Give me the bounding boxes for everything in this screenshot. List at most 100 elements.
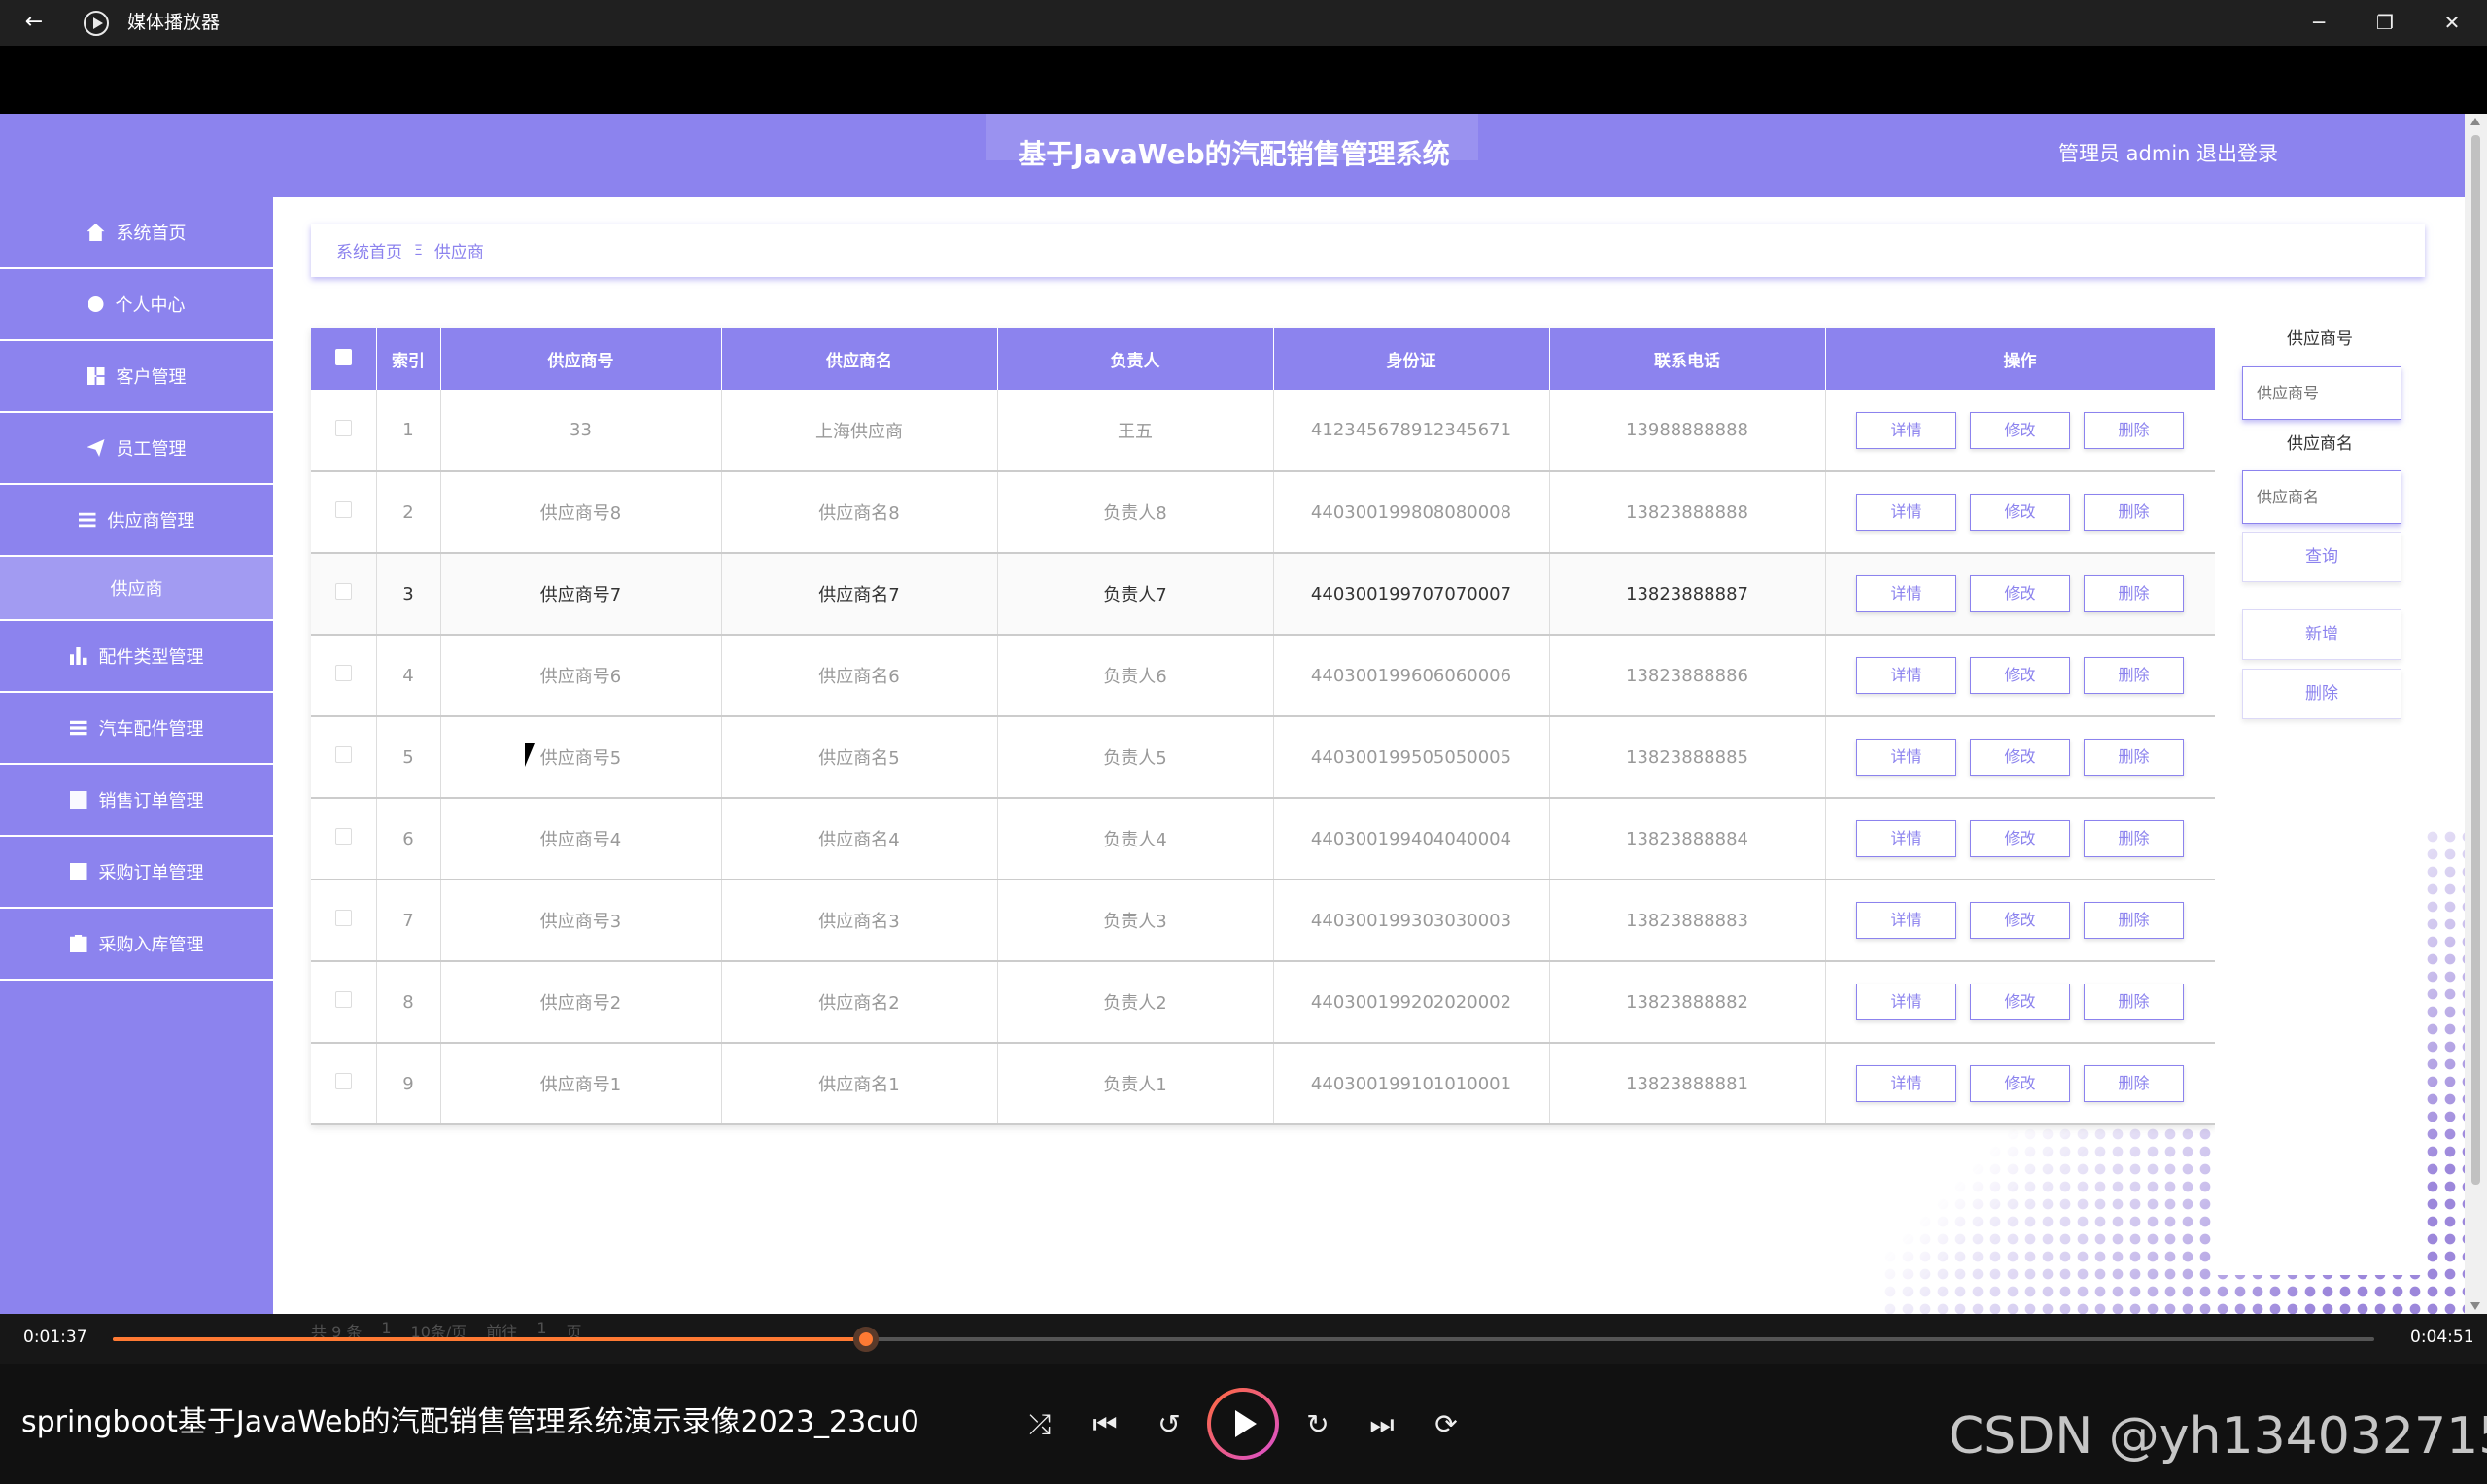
detail-button[interactable]: 详情 <box>1856 1065 1956 1102</box>
cell-name: 供应商名2 <box>721 961 998 1044</box>
seek-bar[interactable] <box>113 1327 2374 1352</box>
cell-name: 供应商名3 <box>721 880 998 962</box>
sidebar-item-home[interactable]: 系统首页 <box>0 197 273 269</box>
scroll-down-icon[interactable] <box>2470 1302 2480 1310</box>
delete-button[interactable]: 删除 <box>2084 575 2184 612</box>
edit-button[interactable]: 修改 <box>1970 820 2070 857</box>
next-icon[interactable]: ⏭ <box>1363 1405 1401 1444</box>
sidebar-subitem-supplier[interactable]: 供应商 <box>0 557 273 621</box>
sidebar-item-label: 员工管理 <box>116 439 187 460</box>
play-button[interactable] <box>1207 1388 1279 1460</box>
system-title: 基于JavaWeb的汽配销售管理系统 <box>1019 138 1450 170</box>
sidebar-item-part-types[interactable]: 配件类型管理 <box>0 621 273 693</box>
detail-button[interactable]: 详情 <box>1856 739 1956 776</box>
cell-actions: 详情 修改 删除 <box>1825 553 2216 636</box>
sidebar-item-customers[interactable]: 客户管理 <box>0 341 273 413</box>
supplier-code-input[interactable] <box>2242 366 2401 420</box>
sidebar-item-car-parts[interactable]: 汽车配件管理 <box>0 693 273 765</box>
delete-button[interactable]: 删除 <box>2084 411 2184 449</box>
table-row: 1 33 上海供应商 王五 412345678912345671 13988888888 详… <box>311 390 2216 472</box>
restore-icon[interactable]: ❐ <box>2366 8 2404 37</box>
sidebar-item-profile[interactable]: 个人中心 <box>0 269 273 341</box>
cell-index: 4 <box>376 635 441 717</box>
row-checkbox[interactable] <box>311 1043 377 1125</box>
cell-name: 上海供应商 <box>721 390 998 472</box>
sidebar-item-employees[interactable]: 员工管理 <box>0 413 273 485</box>
sidebar-item-sales-orders[interactable]: 销售订单管理 <box>0 765 273 837</box>
edit-button[interactable]: 修改 <box>1970 1065 2070 1102</box>
cell-phone: 13823888882 <box>1549 961 1826 1044</box>
edit-button[interactable]: 修改 <box>1970 902 2070 939</box>
edit-button[interactable]: 修改 <box>1970 575 2070 612</box>
add-button[interactable]: 新增 <box>2242 609 2401 660</box>
select-all-checkbox[interactable] <box>311 328 377 390</box>
cell-index: 2 <box>376 471 441 554</box>
delete-button[interactable]: 删除 <box>2084 657 2184 694</box>
vertical-scrollbar[interactable] <box>2465 114 2487 1314</box>
media-player-titlebar: ← 媒体播放器 ─ ❐ ✕ <box>0 0 2487 46</box>
delete-button[interactable]: 删除 <box>2084 902 2184 939</box>
repeat-icon[interactable]: ⟳ <box>1427 1405 1466 1444</box>
supplier-code-label: 供应商号 <box>2287 329 2353 349</box>
cell-index: 3 <box>376 553 441 636</box>
row-checkbox[interactable] <box>311 390 377 472</box>
supplier-name-input[interactable] <box>2242 470 2401 524</box>
detail-button[interactable]: 详情 <box>1856 411 1956 449</box>
cell-owner: 负责人5 <box>997 716 1274 799</box>
minimize-icon[interactable]: ─ <box>2299 8 2338 37</box>
edit-icon <box>69 791 87 809</box>
query-button[interactable]: 查询 <box>2242 532 2401 582</box>
row-checkbox[interactable] <box>311 635 377 717</box>
detail-button[interactable]: 详情 <box>1856 984 1956 1020</box>
cell-code: 供应商号5 <box>440 716 722 799</box>
logout-link[interactable]: 退出登录 <box>2196 139 2278 168</box>
cell-phone: 13988888888 <box>1549 390 1826 472</box>
sidebar-item-purchase-stock[interactable]: 采购入库管理 <box>0 909 273 981</box>
row-checkbox[interactable] <box>311 961 377 1044</box>
seek-knob[interactable] <box>852 1327 879 1352</box>
edit-button[interactable]: 修改 <box>1970 411 2070 449</box>
cell-phone: 13823888887 <box>1549 553 1826 636</box>
delete-button[interactable]: 删除 <box>2084 984 2184 1020</box>
edit-button[interactable]: 修改 <box>1970 494 2070 531</box>
row-checkbox[interactable] <box>311 553 377 636</box>
clipboard-icon <box>69 935 87 952</box>
delete-button[interactable]: 删除 <box>2084 1065 2184 1102</box>
cell-phone: 13823888883 <box>1549 880 1826 962</box>
row-checkbox[interactable] <box>311 798 377 880</box>
cell-code: 供应商号2 <box>440 961 722 1044</box>
delete-button[interactable]: 删除 <box>2084 494 2184 531</box>
edit-button[interactable]: 修改 <box>1970 984 2070 1020</box>
edit-button[interactable]: 修改 <box>1970 657 2070 694</box>
scrollbar-thumb[interactable] <box>2471 135 2480 1185</box>
close-icon[interactable]: ✕ <box>2433 8 2471 37</box>
table-row: 5 供应商号5 供应商名5 负责人5 440300199505050005 1382388… <box>311 716 2216 799</box>
edit-button[interactable]: 修改 <box>1970 739 2070 776</box>
cell-index: 6 <box>376 798 441 880</box>
detail-button[interactable]: 详情 <box>1856 494 1956 531</box>
scroll-up-icon[interactable] <box>2470 118 2480 125</box>
row-checkbox[interactable] <box>311 716 377 799</box>
bar-chart-icon <box>69 647 87 665</box>
row-checkbox[interactable] <box>311 880 377 962</box>
rewind-10-icon[interactable]: ↺ <box>1150 1405 1189 1444</box>
detail-button[interactable]: 详情 <box>1856 657 1956 694</box>
detail-button[interactable]: 详情 <box>1856 575 1956 612</box>
detail-button[interactable]: 详情 <box>1856 820 1956 857</box>
sidebar-item-label: 供应商管理 <box>107 511 195 532</box>
detail-button[interactable]: 详情 <box>1856 902 1956 939</box>
sidebar-item-suppliers[interactable]: 供应商管理 <box>0 485 273 557</box>
breadcrumb-home[interactable]: 系统首页 <box>336 238 402 262</box>
cell-owner: 负责人7 <box>997 553 1274 636</box>
previous-icon[interactable]: ⏮ <box>1086 1405 1124 1444</box>
cell-code: 供应商号7 <box>440 553 722 636</box>
forward-30-icon[interactable]: ↻ <box>1298 1405 1337 1444</box>
sidebar-item-purchase-orders[interactable]: 采购订单管理 <box>0 837 273 909</box>
cell-code: 供应商号8 <box>440 471 722 554</box>
delete-selected-button[interactable]: 删除 <box>2242 669 2401 719</box>
row-checkbox[interactable] <box>311 471 377 554</box>
shuffle-icon[interactable]: ⤮ <box>1020 1405 1059 1444</box>
delete-button[interactable]: 删除 <box>2084 820 2184 857</box>
back-arrow-icon[interactable]: ← <box>19 8 49 37</box>
delete-button[interactable]: 删除 <box>2084 739 2184 776</box>
